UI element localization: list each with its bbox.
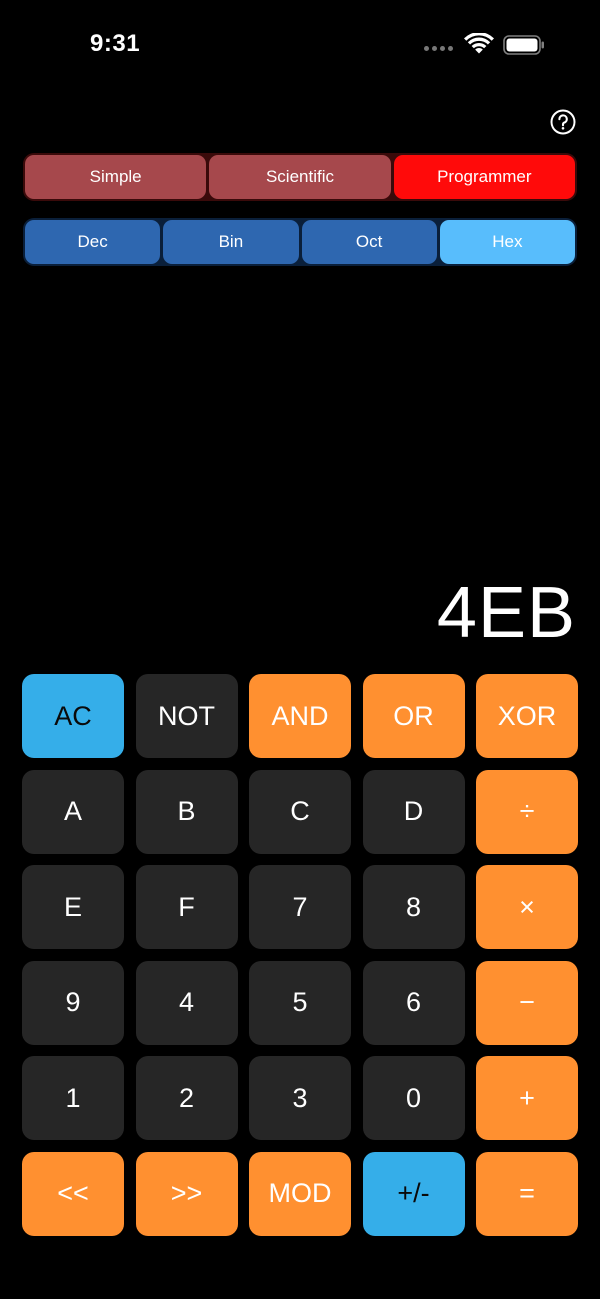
key-7[interactable]: 7 xyxy=(249,865,351,949)
wifi-icon xyxy=(464,33,494,54)
key-multiply[interactable]: × xyxy=(476,865,578,949)
key-and[interactable]: AND xyxy=(249,674,351,758)
key-b[interactable]: B xyxy=(135,769,238,854)
base-segmented-control: Dec Bin Oct Hex xyxy=(23,218,577,266)
base-oct-tab[interactable]: Oct xyxy=(301,220,437,264)
key-1[interactable]: 1 xyxy=(22,1056,124,1140)
status-time: 9:31 xyxy=(90,30,141,57)
key-or[interactable]: OR xyxy=(362,674,465,758)
key-f[interactable]: F xyxy=(135,865,238,949)
key-divide[interactable]: ÷ xyxy=(476,769,578,854)
mode-scientific-tab[interactable]: Scientific xyxy=(209,155,391,199)
key-8[interactable]: 8 xyxy=(362,865,465,949)
key-mod[interactable]: MOD xyxy=(249,1151,351,1236)
key-not[interactable]: NOT xyxy=(135,674,238,758)
status-bar: 9:31 xyxy=(0,0,600,90)
key-2[interactable]: 2 xyxy=(135,1056,238,1140)
key-equals[interactable]: = xyxy=(476,1151,578,1236)
key-a[interactable]: A xyxy=(22,769,124,854)
mode-segmented-control: Simple Scientific Programmer xyxy=(23,153,577,201)
key-0[interactable]: 0 xyxy=(362,1056,465,1140)
mode-simple-tab[interactable]: Simple xyxy=(25,155,207,199)
key-5[interactable]: 5 xyxy=(249,960,351,1045)
battery-icon xyxy=(503,35,544,55)
question-circle-icon[interactable] xyxy=(550,109,576,135)
key-xor[interactable]: XOR xyxy=(476,674,578,758)
key-6[interactable]: 6 xyxy=(362,960,465,1045)
key-e[interactable]: E xyxy=(22,865,124,949)
key-c[interactable]: C xyxy=(249,769,351,854)
result-display: 4EB xyxy=(436,573,576,653)
key-d[interactable]: D xyxy=(362,769,465,854)
key-shift-left[interactable]: << xyxy=(22,1151,124,1236)
cellular-signal-icon xyxy=(424,46,453,51)
key-subtract[interactable]: − xyxy=(476,960,578,1045)
key-4[interactable]: 4 xyxy=(135,960,238,1045)
mode-programmer-tab[interactable]: Programmer xyxy=(393,155,575,199)
key-shift-right[interactable]: >> xyxy=(135,1151,238,1236)
key-add[interactable]: + xyxy=(476,1056,578,1140)
key-plus-minus[interactable]: +/- xyxy=(362,1151,465,1236)
key-9[interactable]: 9 xyxy=(22,960,124,1045)
base-hex-tab[interactable]: Hex xyxy=(439,220,575,264)
base-dec-tab[interactable]: Dec xyxy=(25,220,161,264)
keypad: AC NOT AND OR XOR A B C D ÷ E F 7 8 × 9 … xyxy=(22,674,578,1236)
base-bin-tab[interactable]: Bin xyxy=(163,220,299,264)
key-3[interactable]: 3 xyxy=(249,1056,351,1140)
key-ac[interactable]: AC xyxy=(22,674,124,758)
